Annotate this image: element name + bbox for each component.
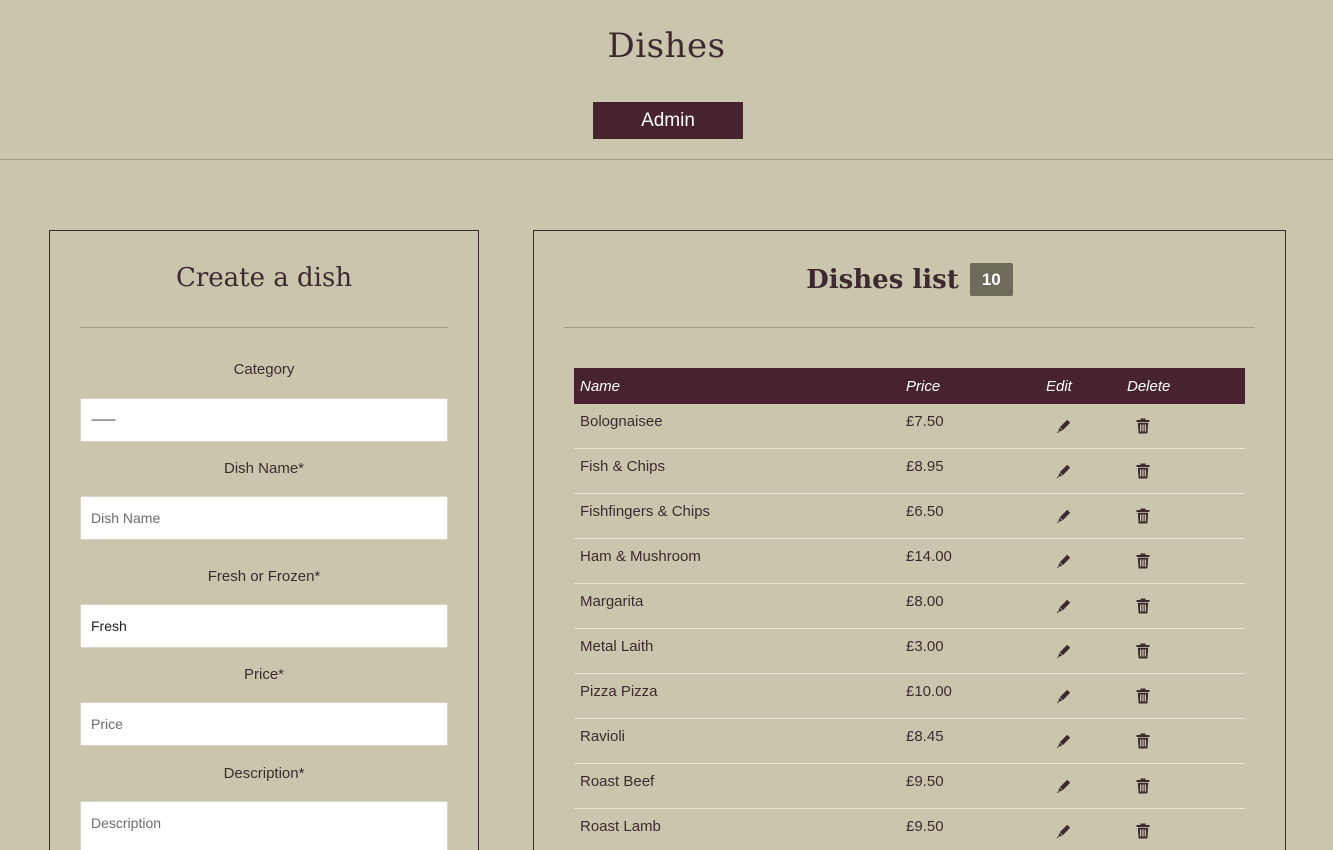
dish-price-cell: £8.45	[906, 728, 944, 745]
page-header: Dishes Admin	[0, 0, 1333, 160]
divider	[564, 327, 1255, 328]
delete-cell	[1127, 584, 1245, 614]
delete-cell	[1127, 719, 1245, 749]
table-row: Margarita £8.00	[574, 584, 1245, 629]
delete-cell	[1127, 629, 1245, 659]
edit-cell	[1046, 764, 1127, 794]
admin-button[interactable]: Admin	[593, 102, 743, 139]
table-row: Roast Beef £9.50	[574, 764, 1245, 809]
category-select[interactable]: ---------	[80, 398, 448, 442]
dish-name-cell: Pizza Pizza	[580, 683, 658, 700]
dish-name-cell: Roast Beef	[580, 773, 655, 790]
table-row: Pizza Pizza £10.00	[574, 674, 1245, 719]
trash-icon[interactable]	[1136, 598, 1152, 614]
dish-price-cell: £14.00	[906, 548, 952, 565]
trash-icon[interactable]	[1136, 463, 1152, 479]
dishes-list-heading: Dishes list 10	[534, 263, 1285, 296]
dish-name-cell: Bolognaisee	[580, 413, 663, 430]
dish-name-label: Dish Name*	[223, 460, 305, 477]
dish-price-cell: £9.50	[906, 773, 944, 790]
pen-icon[interactable]	[1056, 508, 1072, 524]
column-header-price: Price	[906, 377, 941, 395]
price-input[interactable]	[80, 702, 448, 746]
dish-name-cell: Fish & Chips	[580, 458, 666, 475]
table-header: Name Price Edit Delete	[574, 368, 1245, 404]
trash-icon[interactable]	[1136, 778, 1152, 794]
pen-icon[interactable]	[1056, 598, 1072, 614]
dish-count-badge: 10	[969, 263, 1013, 296]
table-body: Bolognaisee £7.50 Fish & Chips £8.95 Fishfin…	[574, 404, 1245, 850]
table-row: Bolognaisee £7.50	[574, 404, 1245, 449]
delete-cell	[1127, 404, 1245, 434]
delete-cell	[1127, 809, 1245, 839]
edit-cell	[1046, 494, 1127, 524]
pen-icon[interactable]	[1056, 553, 1072, 569]
table-row: Metal Laith £3.00	[574, 629, 1245, 674]
dish-price-cell: £10.00	[906, 683, 952, 700]
dish-price-cell: £9.50	[906, 818, 944, 835]
trash-icon[interactable]	[1136, 553, 1152, 569]
table-row: Ravioli £8.45	[574, 719, 1245, 764]
dish-name-cell: Ravioli	[580, 728, 626, 745]
dish-name-cell: Ham & Mushroom	[580, 548, 701, 565]
column-header-delete: Delete	[1127, 377, 1171, 395]
edit-cell	[1046, 584, 1127, 614]
column-header-name: Name	[580, 377, 621, 395]
table-row: Roast Lamb £9.50	[574, 809, 1245, 850]
trash-icon[interactable]	[1136, 823, 1152, 839]
edit-cell	[1046, 674, 1127, 704]
table-row: Fishfingers & Chips £6.50	[574, 494, 1245, 539]
dishes-list-card: Dishes list 10 Name Price Edit Delete Bo…	[533, 230, 1286, 850]
dish-name-input[interactable]	[80, 496, 448, 540]
delete-cell	[1127, 494, 1245, 524]
dishes-table: Name Price Edit Delete Bolognaisee £7.50 F…	[574, 368, 1245, 850]
trash-icon[interactable]	[1136, 688, 1152, 704]
delete-cell	[1127, 539, 1245, 569]
create-dish-card: Create a dish Category --------- Dish Na…	[49, 230, 479, 850]
pen-icon[interactable]	[1056, 733, 1072, 749]
table-row: Ham & Mushroom £14.00	[574, 539, 1245, 584]
pen-icon[interactable]	[1056, 643, 1072, 659]
create-dish-title: Create a dish	[175, 263, 353, 293]
trash-icon[interactable]	[1136, 733, 1152, 749]
edit-cell	[1046, 809, 1127, 839]
delete-cell	[1127, 449, 1245, 479]
dish-name-cell: Metal Laith	[580, 638, 654, 655]
edit-cell	[1046, 539, 1127, 569]
delete-cell	[1127, 674, 1245, 704]
pen-icon[interactable]	[1056, 688, 1072, 704]
trash-icon[interactable]	[1136, 508, 1152, 524]
dish-name-cell: Margarita	[580, 593, 644, 610]
dish-name-cell: Roast Lamb	[580, 818, 661, 835]
pen-icon[interactable]	[1056, 418, 1072, 434]
fresh-frozen-label: Fresh or Frozen*	[207, 568, 321, 585]
dish-price-cell: £8.95	[906, 458, 944, 475]
dish-price-cell: £8.00	[906, 593, 944, 610]
pen-icon[interactable]	[1056, 463, 1072, 479]
dish-name-cell: Fishfingers & Chips	[580, 503, 711, 520]
dish-price-cell: £3.00	[906, 638, 944, 655]
trash-icon[interactable]	[1136, 643, 1152, 659]
column-header-edit: Edit	[1046, 377, 1072, 395]
category-label: Category	[233, 361, 295, 378]
price-label: Price*	[243, 666, 284, 683]
table-row: Fish & Chips £8.95	[574, 449, 1245, 494]
edit-cell	[1046, 719, 1127, 749]
edit-cell	[1046, 629, 1127, 659]
fresh-frozen-select[interactable]: Fresh	[80, 604, 448, 648]
trash-icon[interactable]	[1136, 418, 1152, 434]
divider	[80, 327, 448, 328]
description-input[interactable]	[80, 801, 448, 850]
edit-cell	[1046, 449, 1127, 479]
pen-icon[interactable]	[1056, 823, 1072, 839]
dish-price-cell: £6.50	[906, 503, 944, 520]
edit-cell	[1046, 404, 1127, 434]
description-label: Description*	[223, 765, 305, 782]
delete-cell	[1127, 764, 1245, 794]
pen-icon[interactable]	[1056, 778, 1072, 794]
page-title: Dishes	[607, 26, 726, 66]
dishes-list-title: Dishes list	[806, 264, 959, 295]
dish-price-cell: £7.50	[906, 413, 944, 430]
